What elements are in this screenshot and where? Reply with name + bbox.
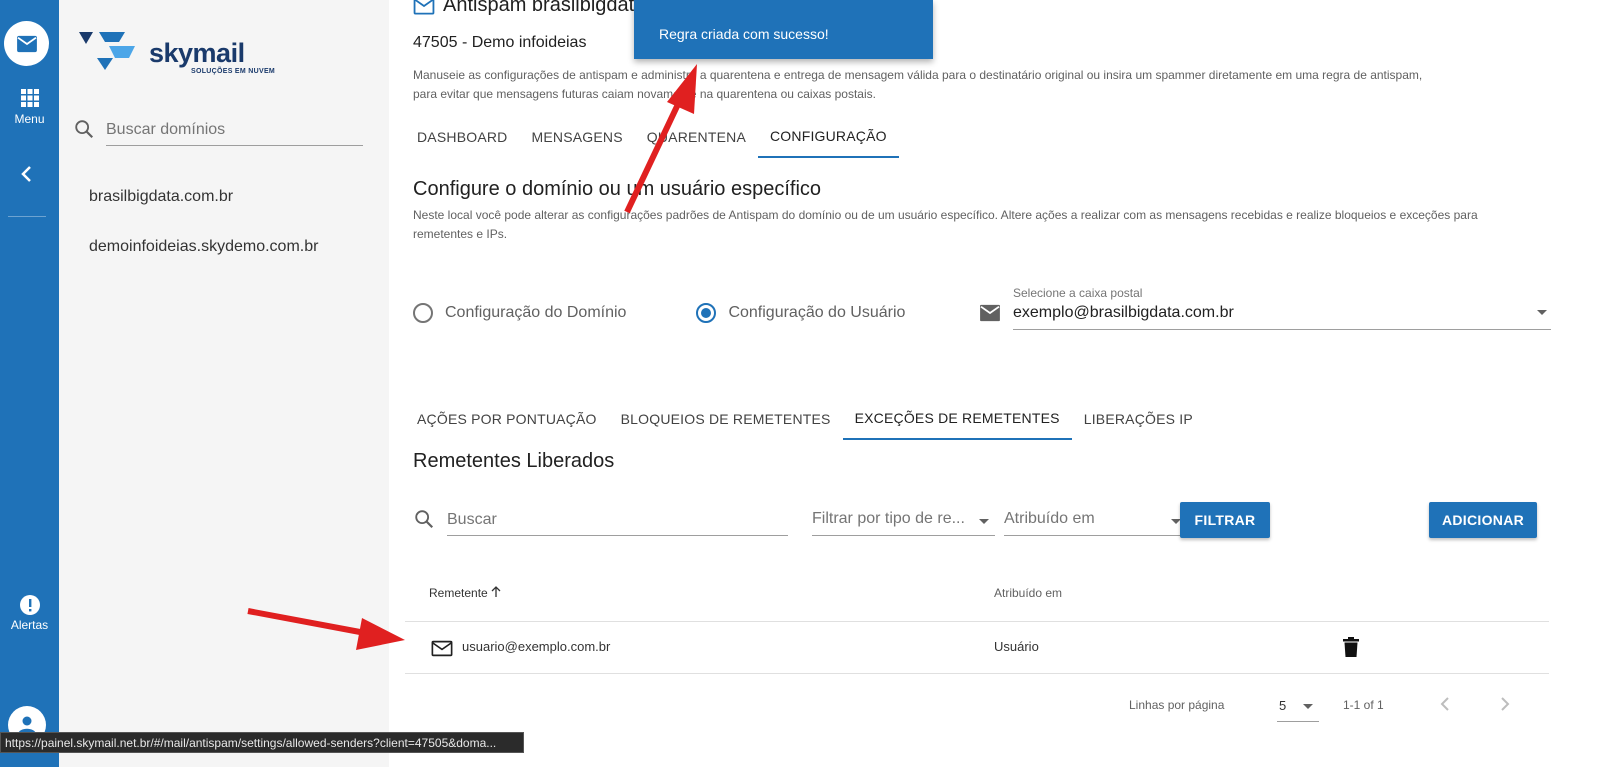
col-sender-label: Remetente bbox=[429, 586, 488, 600]
apps-grid-icon bbox=[20, 89, 39, 107]
tab-mensagens[interactable]: MENSAGENS bbox=[519, 116, 634, 158]
chevron-right-icon[interactable] bbox=[1499, 696, 1511, 712]
col-assigned-header[interactable]: Atribuído em bbox=[994, 586, 1062, 600]
senders-table: Remetente Atribuído em usuario@exemplo.c… bbox=[405, 570, 1549, 732]
row-assigned: Usuário bbox=[994, 639, 1039, 654]
alert-icon bbox=[19, 595, 40, 615]
chevron-left-icon bbox=[21, 166, 31, 182]
tab-quarentena[interactable]: QUARENTENA bbox=[635, 116, 758, 158]
search-icon bbox=[415, 510, 434, 529]
menu-label: Menu bbox=[14, 112, 45, 126]
table-pagination: Linhas por página 5 1-1 of 1 bbox=[405, 674, 1549, 732]
domain-search bbox=[73, 114, 363, 146]
domain-sidebar: skymail SOLUÇÕES EM NUVEM brasilbigdata.… bbox=[59, 0, 389, 767]
mailbox-select-label: Selecione a caixa postal bbox=[1013, 286, 1143, 300]
client-subtitle: 47505 - Demo infoideias bbox=[413, 34, 587, 51]
tab-dashboard[interactable]: DASHBOARD bbox=[405, 116, 519, 158]
radio-user-config[interactable]: Configuração do Usuário bbox=[696, 303, 905, 323]
skymail-logo: skymail SOLUÇÕES EM NUVEM bbox=[79, 28, 289, 78]
rows-per-page-value: 5 bbox=[1279, 698, 1287, 713]
list-title: Remetentes Liberados bbox=[413, 450, 615, 472]
domain-search-input[interactable] bbox=[106, 114, 363, 146]
tab-liberacoes-ip[interactable]: LIBERAÇÕES IP bbox=[1072, 398, 1205, 440]
page-title: Antispam brasilbigdat bbox=[443, 0, 635, 16]
sort-arrow-up-icon bbox=[491, 586, 501, 597]
description-line-2: para evitar que mensagens futuras caiam … bbox=[413, 87, 876, 101]
success-toast: Regra criada com sucesso! bbox=[634, 0, 933, 59]
mail-app-button[interactable] bbox=[4, 21, 49, 66]
page-header: Antispam brasilbigdat bbox=[413, 0, 634, 17]
radio-user-label: Configuração do Usuário bbox=[728, 304, 906, 321]
mailbox-select-value: exemplo@brasilbigdata.com.br bbox=[1013, 304, 1551, 330]
collapse-sidebar-button[interactable] bbox=[18, 164, 36, 189]
dropdown-arrow-icon bbox=[1537, 310, 1547, 315]
main-content: Antispam brasilbigdat 47505 - Demo infoi… bbox=[389, 0, 1600, 767]
row-sender: usuario@exemplo.com.br bbox=[462, 639, 611, 654]
filter-bar: Filtrar por tipo de re... Atribuído em F… bbox=[413, 500, 1553, 540]
logo-subtitle: SOLUÇÕES EM NUVEM bbox=[191, 68, 276, 75]
page-description: Manuseie as configurações de antispam e … bbox=[413, 66, 1493, 104]
tab-excecoes-de-remetentes[interactable]: EXCEÇÕES DE REMETENTES bbox=[842, 398, 1072, 440]
logo-text: skymail bbox=[149, 38, 245, 68]
mailbox-select[interactable]: Selecione a caixa postal exemplo@brasilb… bbox=[979, 284, 1551, 332]
trash-icon[interactable] bbox=[1343, 637, 1359, 657]
mail-icon bbox=[980, 304, 1000, 322]
dropdown-arrow-icon bbox=[1303, 704, 1313, 709]
rail-divider bbox=[8, 216, 46, 217]
domain-item[interactable]: demoinfoideias.skydemo.com.br bbox=[89, 238, 318, 256]
config-title: Configure o domínio ou um usuário especí… bbox=[413, 178, 822, 200]
page-range: 1-1 of 1 bbox=[1343, 698, 1384, 712]
filter-assigned-select[interactable]: Atribuído em bbox=[1004, 504, 1187, 536]
sender-search-input[interactable] bbox=[447, 504, 788, 536]
radio-domain-config[interactable]: Configuração do Domínio bbox=[413, 303, 626, 323]
alerts-label: Alertas bbox=[10, 618, 49, 632]
chevron-left-icon[interactable] bbox=[1439, 696, 1451, 712]
config-description: Neste local você pode alterar as configu… bbox=[413, 208, 1478, 241]
filter-type-select[interactable]: Filtrar por tipo de re... bbox=[812, 504, 995, 536]
app-rail: Menu Alertas bbox=[0, 0, 59, 767]
skymail-logo-mark bbox=[79, 32, 135, 70]
config-subtabs: AÇÕES POR PONTUAÇÃO BLOQUEIOS DE REMETEN… bbox=[405, 398, 1205, 440]
menu-button[interactable]: Menu bbox=[0, 88, 59, 126]
add-button[interactable]: ADICIONAR bbox=[1429, 502, 1537, 538]
col-sender-header[interactable]: Remetente bbox=[429, 586, 501, 600]
rows-per-page-select[interactable]: 5 bbox=[1277, 690, 1319, 722]
table-row: usuario@exemplo.com.br Usuário bbox=[405, 622, 1549, 674]
search-icon bbox=[75, 120, 94, 139]
main-tabs: DASHBOARD MENSAGENS QUARENTENA CONFIGURA… bbox=[405, 116, 899, 158]
description-line-1: Manuseie as configurações de antispam e … bbox=[413, 68, 1423, 82]
browser-status-url: https://painel.skymail.net.br/#/mail/ant… bbox=[0, 732, 524, 753]
mail-outline-icon bbox=[431, 640, 453, 657]
rows-per-page-label: Linhas por página bbox=[1129, 698, 1225, 712]
alerts-button[interactable]: Alertas bbox=[0, 594, 59, 632]
filter-type-value: Filtrar por tipo de re... bbox=[812, 510, 965, 527]
mail-icon bbox=[16, 35, 37, 52]
tab-configuracao[interactable]: CONFIGURAÇÃO bbox=[757, 116, 899, 158]
dropdown-arrow-icon bbox=[979, 519, 989, 524]
tab-bloqueios-de-remetentes[interactable]: BLOQUEIOS DE REMETENTES bbox=[609, 398, 843, 440]
radio-circle bbox=[696, 303, 717, 323]
radio-circle bbox=[413, 303, 433, 323]
filter-button[interactable]: FILTRAR bbox=[1180, 502, 1270, 538]
domain-item[interactable]: brasilbigdata.com.br bbox=[89, 188, 233, 206]
filter-assigned-value: Atribuído em bbox=[1004, 510, 1095, 527]
radio-domain-label: Configuração do Domínio bbox=[445, 304, 627, 321]
mail-outline-icon bbox=[413, 0, 435, 15]
tab-acoes-por-pontuacao[interactable]: AÇÕES POR PONTUAÇÃO bbox=[405, 398, 609, 440]
config-scope-radios: Configuração do Domínio Configuração do … bbox=[413, 303, 905, 323]
table-header: Remetente Atribuído em bbox=[405, 570, 1549, 622]
